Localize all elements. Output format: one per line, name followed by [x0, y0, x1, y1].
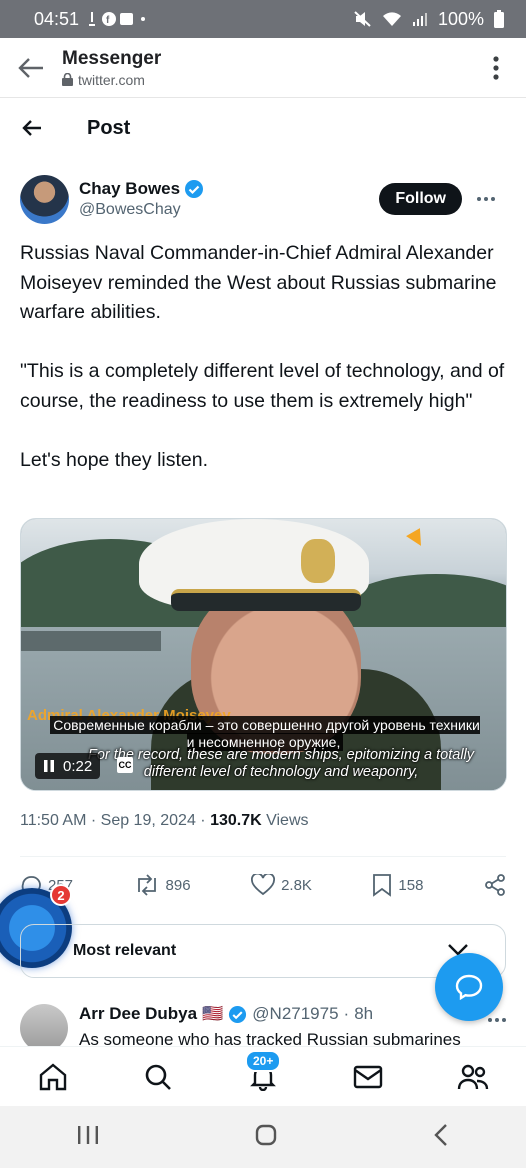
post-more-button[interactable] [466, 197, 506, 201]
ai-bubble-badge: 2 [50, 884, 72, 906]
tweet-time[interactable]: 11:50 AM [20, 812, 86, 829]
reply-author-name[interactable]: Arr Dee Dubya [79, 1004, 197, 1024]
reply-text: As someone who has tracked Russian subma… [79, 1030, 461, 1046]
sort-replies-dropdown[interactable]: Most relevant [20, 924, 506, 978]
bookmark-icon [373, 874, 392, 897]
chevron-left-icon [433, 1123, 447, 1146]
page-title: Post [87, 116, 131, 139]
system-navigation [0, 1106, 526, 1168]
nav-messages[interactable] [338, 1052, 398, 1102]
bookmark-count: 158 [398, 876, 424, 894]
more-horizontal-icon [488, 1018, 506, 1022]
reply-author-handle[interactable]: @N271975 [252, 1004, 338, 1024]
home-circle-icon [255, 1124, 277, 1145]
post-header: Post [0, 100, 526, 156]
like-button[interactable]: 2.8K [251, 874, 312, 896]
video-time: 0:22 [63, 757, 93, 775]
battery-percent: 100% [437, 8, 484, 29]
heart-icon [251, 874, 276, 896]
repost-count: 896 [165, 876, 191, 894]
browser-back-button[interactable] [0, 38, 62, 98]
tweet-date[interactable]: Sep 19, 2024 [101, 812, 196, 829]
captions-button[interactable]: CC [117, 757, 133, 773]
repost-button[interactable]: 896 [134, 874, 191, 896]
status-bar: 04:51 f 100% [0, 0, 526, 38]
bottom-navigation: 20+ [0, 1046, 526, 1106]
status-time: 04:51 [34, 8, 80, 29]
video-cap-band [171, 589, 361, 611]
lock-icon [62, 73, 73, 86]
author-avatar[interactable] [20, 174, 69, 224]
verified-badge-icon [229, 1005, 247, 1023]
browser-title: Messenger [62, 47, 162, 69]
mail-icon [353, 1065, 383, 1088]
browser-toolbar: Messenger twitter.com [0, 38, 526, 98]
video-subtitle-en: For the record, these are modern ships, … [87, 747, 475, 780]
recents-icon [78, 1125, 99, 1144]
pause-icon [44, 760, 54, 772]
more-horizontal-icon [477, 197, 495, 201]
signal-icon [412, 11, 428, 27]
search-icon [145, 1064, 171, 1090]
post-back-button[interactable] [0, 119, 64, 137]
browser-url-text: twitter.com [78, 71, 145, 88]
author-row: Chay Bowes @BowesChay Follow [20, 172, 506, 226]
video-controls[interactable]: 0:22 [35, 753, 101, 779]
nav-home[interactable] [23, 1052, 83, 1102]
author-handle[interactable]: @BowesChay [79, 201, 379, 219]
follow-button[interactable]: Follow [379, 183, 462, 215]
notification-icons: f [89, 11, 149, 27]
recent-apps-button[interactable] [77, 1125, 99, 1150]
flag-icon: 🇺🇸 [202, 1004, 224, 1023]
like-count: 2.8K [281, 876, 312, 894]
video-cap-badge [301, 539, 335, 583]
share-button[interactable] [484, 874, 506, 896]
video-subtitle-ru: Современные корабли – это совершенно дру… [45, 716, 485, 751]
compose-reply-fab[interactable] [435, 953, 503, 1021]
people-icon [458, 1064, 489, 1089]
subtitle-ru-text: Современные корабли – это совершенно дру… [50, 716, 480, 751]
nav-search[interactable] [128, 1052, 188, 1102]
mute-icon [354, 11, 372, 27]
home-icon [39, 1062, 66, 1090]
repost-icon [137, 874, 156, 896]
tweet-video[interactable]: Admiral Alexander Moiseyev Современные к… [20, 518, 507, 791]
battery-icon [494, 10, 504, 28]
arrow-left-icon [22, 120, 41, 136]
more-vertical-icon [493, 55, 499, 80]
wifi-icon [382, 11, 402, 27]
browser-menu-button[interactable] [466, 55, 526, 80]
reply-avatar[interactable] [20, 1004, 68, 1046]
video-pier [21, 631, 161, 651]
browser-url[interactable]: twitter.com [62, 72, 466, 88]
tweet-actions: 257 896 2.8K 158 [20, 866, 506, 904]
nav-communities[interactable] [443, 1052, 503, 1102]
sort-label: Most relevant [73, 942, 177, 959]
views-count: 130.7K [210, 812, 262, 829]
tweet-text: Russias Naval Commander-in-Chief Admiral… [20, 242, 505, 471]
system-back-button[interactable] [433, 1123, 449, 1152]
notifications-badge: 20+ [244, 1049, 282, 1072]
author-name[interactable]: Chay Bowes [79, 179, 180, 199]
bookmark-button[interactable]: 158 [372, 873, 423, 897]
divider [20, 856, 506, 857]
verified-badge-icon [185, 180, 204, 198]
arrow-left-icon [18, 57, 43, 78]
reply-item[interactable]: Arr Dee Dubya 🇺🇸 @N271975 · 8h As someon… [20, 1004, 506, 1046]
reply-age: 8h [354, 1004, 374, 1023]
chat-bubble-icon [455, 974, 483, 1000]
home-button[interactable] [254, 1123, 278, 1152]
share-icon [485, 874, 505, 896]
nav-notifications[interactable]: 20+ [233, 1049, 293, 1102]
tweet-meta: 11:50 AM · Sep 19, 2024 · 130.7K Views [20, 812, 309, 829]
views-label: Views [266, 812, 309, 829]
